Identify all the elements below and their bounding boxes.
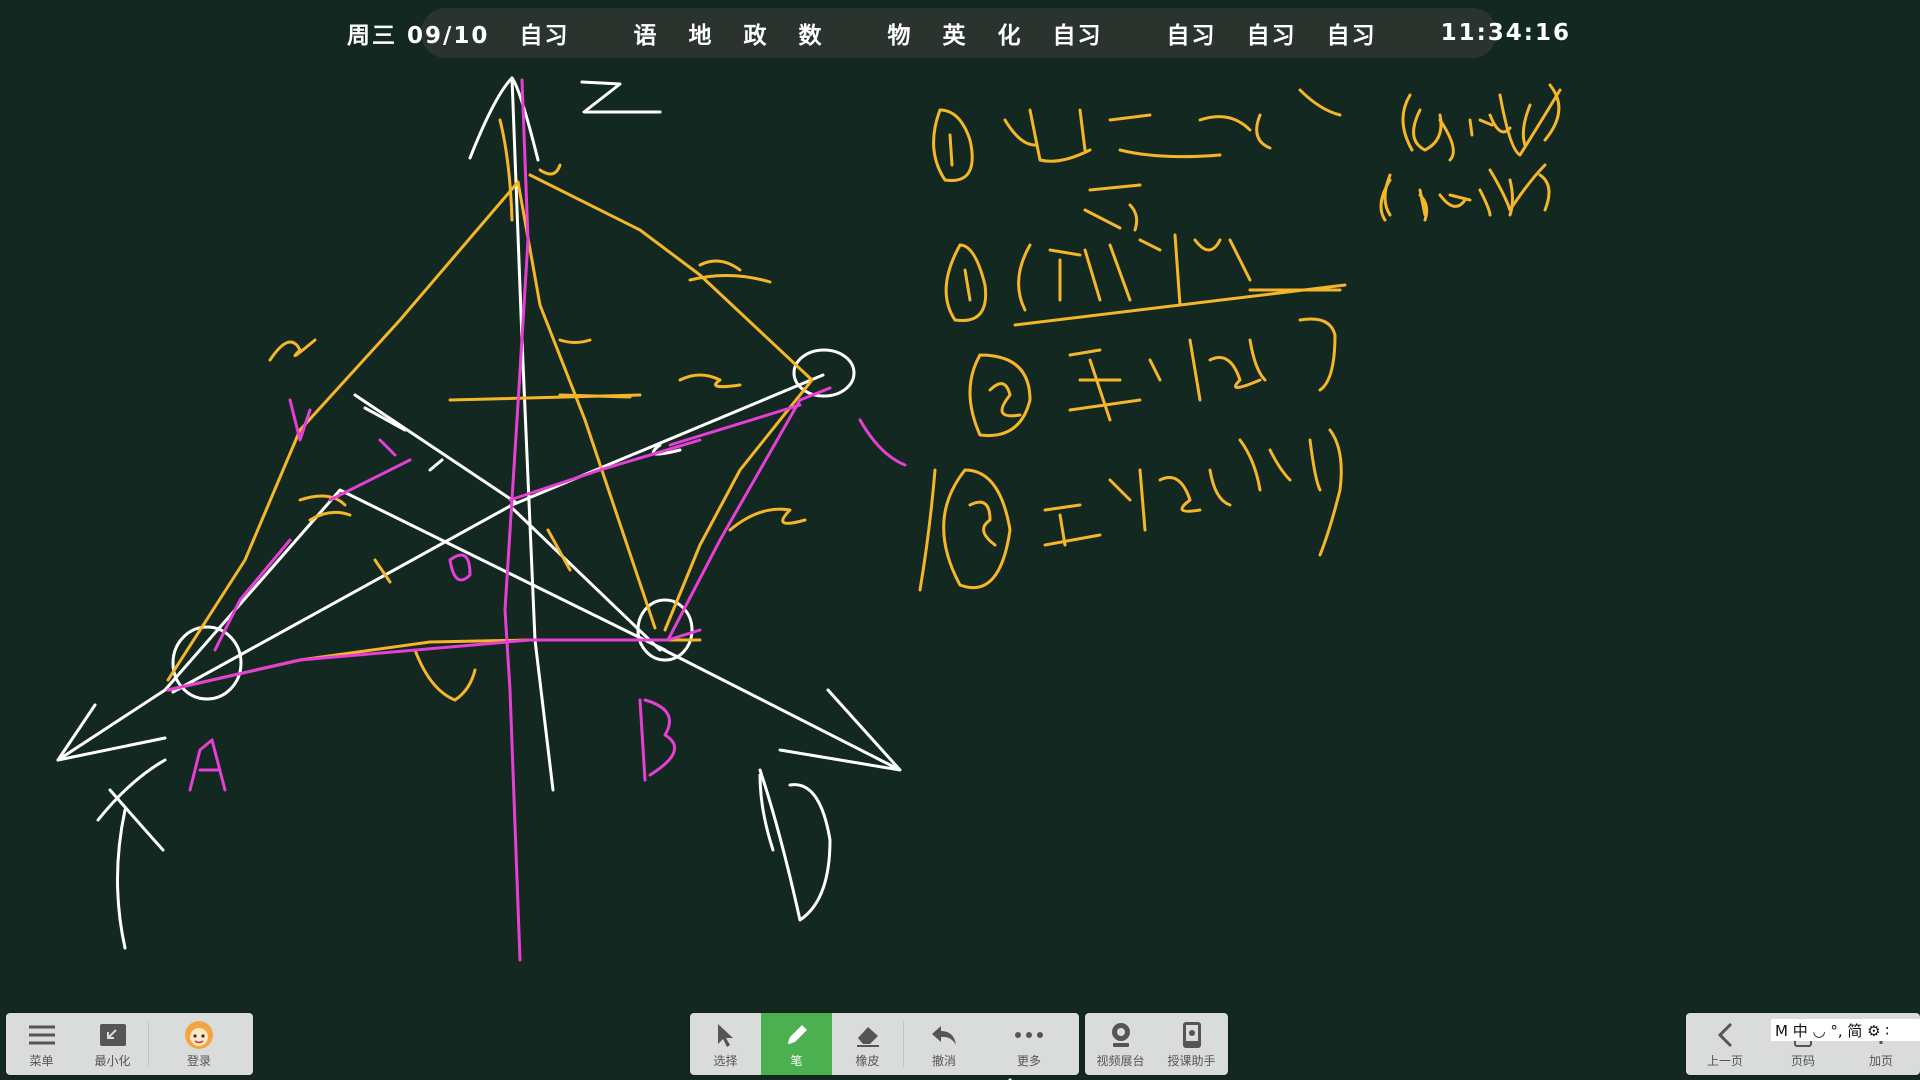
class-schedule-bar: 周三 09/10 自习 语 地 政 数 物 英 化 自习 自习 自习 自习 11… bbox=[347, 8, 1569, 58]
minimize-label: 最小化 bbox=[94, 1053, 131, 1068]
tool-toolbar: 选择 笔 橡皮 撤消 更多 bbox=[690, 1013, 1079, 1075]
pen-tool-label: 笔 bbox=[790, 1053, 803, 1068]
avatar-icon bbox=[184, 1020, 214, 1050]
schedule-period: 自习 bbox=[1052, 23, 1103, 49]
schedule-period: 自习 bbox=[1246, 23, 1297, 49]
yellow-ink-strokes bbox=[166, 83, 1562, 702]
video-booth-label: 视频展台 bbox=[1096, 1053, 1145, 1068]
schedule-period: 自习 bbox=[1326, 23, 1377, 49]
undo-button[interactable]: 撤消 bbox=[904, 1013, 984, 1075]
teaching-assistant-label: 授课助手 bbox=[1167, 1053, 1216, 1068]
eraser-tool-button[interactable]: 橡皮 bbox=[832, 1013, 903, 1075]
cursor-icon bbox=[711, 1020, 741, 1050]
eraser-icon bbox=[853, 1020, 883, 1050]
menu-icon bbox=[27, 1020, 57, 1050]
whiteboard-canvas[interactable] bbox=[0, 0, 1920, 1080]
pen-icon bbox=[782, 1020, 812, 1050]
schedule-period: 物 bbox=[887, 23, 913, 49]
select-tool-label: 选择 bbox=[713, 1053, 738, 1068]
more-icon bbox=[1014, 1020, 1044, 1050]
minimize-icon bbox=[98, 1020, 128, 1050]
login-label: 登录 bbox=[186, 1053, 211, 1068]
page-number-label: 页码 bbox=[1790, 1053, 1815, 1068]
clock-time: 11:34:16 bbox=[1440, 20, 1571, 46]
schedule-period: 英 bbox=[942, 23, 968, 49]
video-booth-button[interactable]: 视频展台 bbox=[1085, 1013, 1156, 1075]
previous-page-label: 上一页 bbox=[1706, 1053, 1743, 1068]
assist-toolbar: 视频展台 授课助手 bbox=[1085, 1013, 1228, 1075]
white-ink-strokes bbox=[56, 76, 1013, 1080]
schedule-period: 政 bbox=[743, 23, 769, 49]
minimize-button[interactable]: 最小化 bbox=[77, 1013, 148, 1075]
schedule-period: 化 bbox=[997, 23, 1023, 49]
undo-icon bbox=[929, 1020, 959, 1050]
pen-tool-button[interactable]: 笔 bbox=[761, 1013, 832, 1075]
menu-label: 菜单 bbox=[29, 1053, 54, 1068]
schedule-period: 自习 bbox=[1166, 23, 1217, 49]
login-button[interactable]: 登录 bbox=[149, 1013, 249, 1075]
ime-status-text: M 中 ◡ °, 简 ⚙ ∶ bbox=[1775, 1021, 1890, 1040]
more-label: 更多 bbox=[1016, 1053, 1041, 1068]
chevron-left-icon bbox=[1710, 1020, 1740, 1050]
menu-button[interactable]: 菜单 bbox=[6, 1013, 77, 1075]
schedule-period: 语 bbox=[633, 23, 659, 49]
schedule-period: 数 bbox=[798, 23, 824, 49]
magenta-ink-strokes bbox=[166, 78, 907, 962]
eraser-tool-label: 橡皮 bbox=[855, 1053, 880, 1068]
assistant-icon bbox=[1177, 1020, 1207, 1050]
more-button[interactable]: 更多 bbox=[984, 1013, 1074, 1075]
schedule-first: 自习 bbox=[519, 23, 570, 49]
undo-label: 撤消 bbox=[931, 1053, 956, 1068]
schedule-date: 周三 09/10 bbox=[347, 23, 490, 49]
camera-icon bbox=[1106, 1020, 1136, 1050]
select-tool-button[interactable]: 选择 bbox=[690, 1013, 761, 1075]
previous-page-button[interactable]: 上一页 bbox=[1686, 1013, 1764, 1075]
schedule-period: 地 bbox=[688, 23, 714, 49]
teaching-assistant-button[interactable]: 授课助手 bbox=[1156, 1013, 1227, 1075]
add-page-label: 加页 bbox=[1868, 1053, 1893, 1068]
left-toolbar: 菜单 最小化 登录 bbox=[6, 1013, 253, 1075]
input-method-bar[interactable]: M 中 ◡ °, 简 ⚙ ∶ bbox=[1771, 1019, 1920, 1041]
